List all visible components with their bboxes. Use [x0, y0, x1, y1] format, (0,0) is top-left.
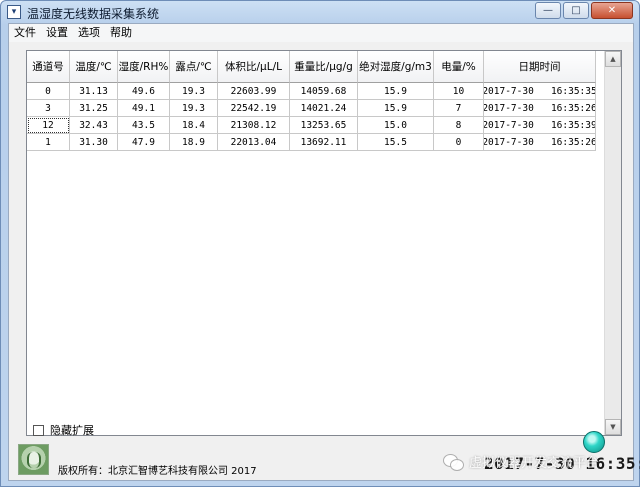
table-cell[interactable]: 31.25	[70, 100, 118, 117]
table-row[interactable]: 3 31.25 49.1 19.3 22542.19 14021.24 15.9 7 2017-…	[27, 100, 596, 117]
table-cell[interactable]: 47.9	[118, 134, 170, 151]
column-header[interactable]: 湿度/RH%	[118, 51, 170, 83]
table-cell[interactable]: 0	[27, 83, 70, 100]
table-cell[interactable]: 1	[27, 134, 70, 151]
column-header[interactable]: 日期时间	[484, 51, 596, 83]
table-cell[interactable]: 14021.24	[290, 100, 358, 117]
table-cell[interactable]: 13692.11	[290, 134, 358, 151]
table-cell[interactable]: 0	[434, 134, 484, 151]
table-cell[interactable]: 3	[27, 100, 70, 117]
table-cell[interactable]: 22013.04	[218, 134, 290, 151]
table-cell[interactable]: 19.3	[170, 100, 218, 117]
table-cell[interactable]: 22542.19	[218, 100, 290, 117]
menu-file[interactable]: 文件	[9, 24, 41, 42]
table-cell[interactable]: 14059.68	[290, 83, 358, 100]
wechat-icon	[443, 453, 464, 471]
table-cell[interactable]: 2017-7-30 16:35:35	[484, 83, 596, 100]
column-header[interactable]: 重量比/μg/g	[290, 51, 358, 83]
column-header[interactable]: 露点/℃	[170, 51, 218, 83]
menu-options[interactable]: 选项	[73, 24, 105, 42]
vertical-scrollbar[interactable]: ▲ ▼	[604, 51, 621, 435]
title-bar[interactable]: ▾ 温湿度无线数据采集系统 — □ ✕	[1, 1, 639, 23]
menu-help[interactable]: 帮助	[105, 24, 137, 42]
table-cell[interactable]: 2017-7-30 16:35:26	[484, 134, 596, 151]
table-cell[interactable]: 31.13	[70, 83, 118, 100]
status-led-icon	[583, 431, 605, 453]
table-cell[interactable]: 15.9	[358, 100, 434, 117]
table-cell[interactable]: 49.1	[118, 100, 170, 117]
table-cell[interactable]: 8	[434, 117, 484, 134]
table-cell[interactable]: 10	[434, 83, 484, 100]
close-button[interactable]: ✕	[591, 2, 633, 19]
column-header[interactable]: 电量/%	[434, 51, 484, 83]
maximize-button[interactable]: □	[563, 2, 589, 19]
window-title: 温湿度无线数据采集系统	[27, 7, 160, 21]
table-cell[interactable]: 18.9	[170, 134, 218, 151]
column-header[interactable]: 温度/℃	[70, 51, 118, 83]
data-table[interactable]: 通道号 温度/℃ 湿度/RH% 露点/℃ 体积比/μL/L 重量比/μg/g 绝对湿度/g/…	[26, 50, 622, 436]
menu-settings[interactable]: 设置	[41, 24, 73, 42]
hide-expand-label: 隐藏扩展	[50, 424, 94, 437]
app-window: ▾ 温湿度无线数据采集系统 — □ ✕ 文件 设置 选项 帮助 通道号 温度/℃ 湿…	[0, 0, 640, 487]
table-cell[interactable]: 15.5	[358, 134, 434, 151]
column-header[interactable]: 通道号	[27, 51, 70, 83]
table-cell[interactable]: 21308.12	[218, 117, 290, 134]
table-cell[interactable]: 15.9	[358, 83, 434, 100]
company-logo	[18, 444, 49, 475]
client-area: 文件 设置 选项 帮助 通道号 温度/℃ 湿度/RH% 露点/℃ 体积比/μL/L 重量比…	[8, 23, 640, 481]
menu-bar: 文件 设置 选项 帮助	[9, 24, 633, 42]
column-header[interactable]: 绝对湿度/g/m3	[358, 51, 434, 83]
app-window-icon[interactable]: ▾	[7, 5, 21, 19]
table-cell[interactable]: 43.5	[118, 117, 170, 134]
table-cell[interactable]: 12	[27, 117, 70, 134]
scroll-up-arrow-icon[interactable]: ▲	[605, 51, 621, 67]
table-cell[interactable]: 2017-7-30 16:35:39	[484, 117, 596, 134]
table-cell[interactable]: 13253.65	[290, 117, 358, 134]
table-cell[interactable]: 49.6	[118, 83, 170, 100]
table-cell[interactable]: 15.0	[358, 117, 434, 134]
table-body: 0 31.13 49.6 19.3 22603.99 14059.68 15.9 10 2017…	[27, 83, 596, 151]
watermark-text: 虚拟仪器开发交流平台	[469, 456, 600, 471]
window-controls: — □ ✕	[535, 2, 633, 19]
hide-expand-option[interactable]: 隐藏扩展	[33, 422, 94, 438]
table-row[interactable]: 12 32.43 43.5 18.4 21308.12 13253.65 15.0 8 2017…	[27, 117, 596, 134]
table-header: 通道号 温度/℃ 湿度/RH% 露点/℃ 体积比/μL/L 重量比/μg/g 绝对湿度/g/…	[27, 51, 596, 83]
scroll-down-arrow-icon[interactable]: ▼	[605, 419, 621, 435]
table-row[interactable]: 0 31.13 49.6 19.3 22603.99 14059.68 15.9 10 2017…	[27, 83, 596, 100]
table-cell[interactable]: 2017-7-30 16:35:26	[484, 100, 596, 117]
table-cell[interactable]: 18.4	[170, 117, 218, 134]
column-header[interactable]: 体积比/μL/L	[218, 51, 290, 83]
watermark: 虚拟仪器开发交流平台	[443, 452, 599, 471]
table-row[interactable]: 1 31.30 47.9 18.9 22013.04 13692.11 15.5 0 2017-…	[27, 134, 596, 151]
minimize-button[interactable]: —	[535, 2, 561, 19]
table-cell[interactable]: 7	[434, 100, 484, 117]
table-cell[interactable]: 19.3	[170, 83, 218, 100]
copyright-text: 版权所有：北京汇智博艺科技有限公司 2017	[58, 466, 257, 477]
table-cell[interactable]: 31.30	[70, 134, 118, 151]
table-cell[interactable]: 22603.99	[218, 83, 290, 100]
hide-expand-checkbox[interactable]	[33, 424, 44, 436]
table-cell[interactable]: 32.43	[70, 117, 118, 134]
